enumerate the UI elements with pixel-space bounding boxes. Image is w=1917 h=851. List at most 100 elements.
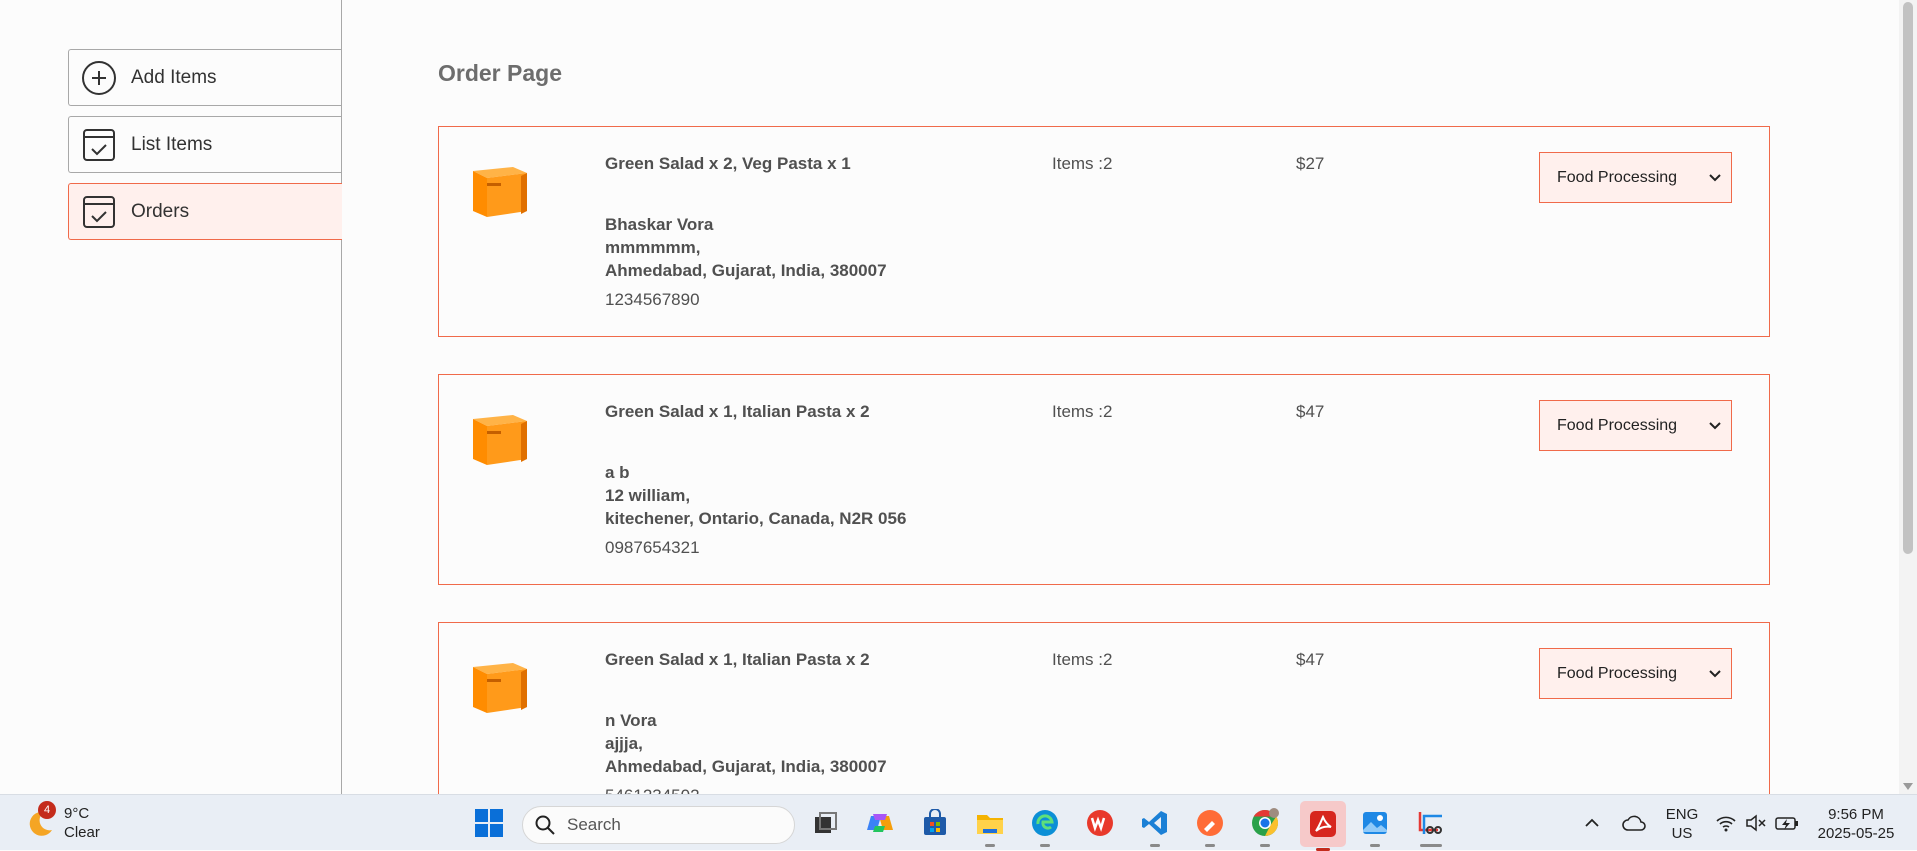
customer-phone: 0987654321 [605,538,700,557]
copilot-button[interactable] [862,805,898,841]
wifi-button[interactable] [1712,805,1740,841]
region-code: US [1671,825,1693,842]
wps-office-button[interactable] [1082,805,1118,841]
customer-name: Bhaskar Vora [605,215,714,234]
start-button[interactable] [471,805,507,841]
running-indicator [1260,844,1270,847]
page-title: Order Page [438,60,562,86]
postman-button[interactable] [1192,805,1228,847]
item-count: Items :2 [1052,650,1113,669]
running-indicator [985,844,995,847]
photos-icon [1363,812,1387,834]
plus-circle-icon [81,60,117,96]
search-icon [535,815,555,835]
sidebar-item-orders[interactable]: Orders [68,183,342,240]
battery-button[interactable] [1772,805,1802,841]
chevron-down-icon [1709,169,1721,187]
address-line: ajjja, [605,734,643,753]
volume-muted-icon [1746,814,1766,832]
order-items: Green Salad x 1, Italian Pasta x 2 [605,402,870,421]
onedrive-button[interactable] [1616,805,1652,841]
sidebar-item-list-items[interactable]: List Items [68,116,342,173]
sidebar-item-label: List Items [131,133,213,155]
checkbox-icon [81,194,117,230]
status-select[interactable]: Food Processing [1539,648,1732,699]
scrollbar[interactable] [1899,0,1917,794]
sidebar-item-label: Orders [131,200,190,222]
taskbar-search[interactable]: Search [522,806,795,844]
acrobat-icon [1310,811,1336,837]
chrome-button[interactable] [1247,805,1283,847]
customer-phone: 1234567890 [605,290,700,309]
status-select-value: Food Processing [1557,664,1678,682]
postman-icon [1197,810,1223,836]
item-count: Items :2 [1052,402,1113,421]
customer-phone: 5461234502 [605,786,700,794]
weather-temp: 9°C [64,805,90,822]
address-line: 12 william, [605,486,691,505]
order-items: Green Salad x 1, Italian Pasta x 2 [605,650,870,669]
order-card: Green Salad x 2, Veg Pasta x 1 Bhaskar V… [438,126,1770,337]
wifi-icon [1716,816,1736,832]
scrollbar-thumb[interactable] [1903,2,1913,554]
clock-date: 2025-05-25 [1817,825,1895,842]
store-icon [924,809,946,835]
snipping-tool-button[interactable] [1413,805,1449,847]
running-indicator [1205,844,1215,847]
notification-badge: 4 [38,801,56,819]
address-line: Ahmedabad, Gujarat, India, 380007 [605,261,887,280]
windows-icon [475,809,503,837]
running-indicator [1370,844,1380,847]
order-items: Green Salad x 2, Veg Pasta x 1 [605,154,851,173]
acrobat-button[interactable] [1300,801,1346,851]
chevron-down-icon [1709,417,1721,435]
status-select[interactable]: Food Processing [1539,400,1732,451]
address-line: mmmmmm, [605,238,701,257]
folder-icon [977,815,1003,834]
status-select-value: Food Processing [1557,168,1678,186]
checkbox-icon [81,127,117,163]
vscode-button[interactable] [1137,805,1173,847]
show-hidden-icons-button[interactable] [1574,805,1610,841]
order-card: Green Salad x 1, Italian Pasta x 2 a b 1… [438,374,1770,585]
copilot-icon [867,814,893,832]
address-line: kitechener, Ontario, Canada, N2R 056 [605,509,907,528]
scroll-down-arrow-icon[interactable] [1903,783,1913,790]
sidebar-item-label: Add Items [131,66,217,88]
customer-name: a b [605,463,630,482]
sidebar-item-add-items[interactable]: Add Items [68,49,342,106]
clock-time: 9:56 PM [1828,806,1884,823]
edge-button[interactable] [1027,805,1063,847]
item-count: Items :2 [1052,154,1113,173]
order-amount: $47 [1296,402,1325,421]
customer-name: n Vora [605,711,657,730]
file-explorer-button[interactable] [972,805,1008,847]
language-indicator[interactable]: ENG US [1663,805,1701,843]
chrome-icon [1252,808,1279,837]
photos-button[interactable] [1357,805,1393,847]
parcel-icon [469,405,531,467]
store-button[interactable] [917,805,953,841]
taskbar: 4 9°C Clear Search ENG US 9:56 PM 2025-0… [0,794,1917,851]
clock[interactable]: 9:56 PM 2025-05-25 [1808,805,1904,843]
status-select-value: Food Processing [1557,416,1678,434]
vscode-icon [1142,811,1167,835]
parcel-icon [469,653,531,715]
running-indicator [1150,844,1160,847]
running-indicator [1040,844,1050,847]
snipping-tool-icon [1418,812,1442,834]
weather-text: 9°C Clear [64,804,100,842]
admin-app: Add Items List Items Orders Order Page G… [0,0,1917,794]
order-amount: $47 [1296,650,1325,669]
weather-widget[interactable]: 4 9°C Clear [24,801,100,842]
order-amount: $27 [1296,154,1325,173]
task-view-button[interactable] [807,805,843,841]
weather-condition: Clear [64,824,100,841]
status-select[interactable]: Food Processing [1539,152,1732,203]
volume-button[interactable] [1742,805,1770,841]
sidebar: Add Items List Items Orders [0,0,342,794]
language-code: ENG [1665,806,1699,823]
edge-icon [1032,810,1058,836]
order-card: Green Salad x 1, Italian Pasta x 2 n Vor… [438,622,1770,794]
cloud-icon [1622,815,1646,831]
